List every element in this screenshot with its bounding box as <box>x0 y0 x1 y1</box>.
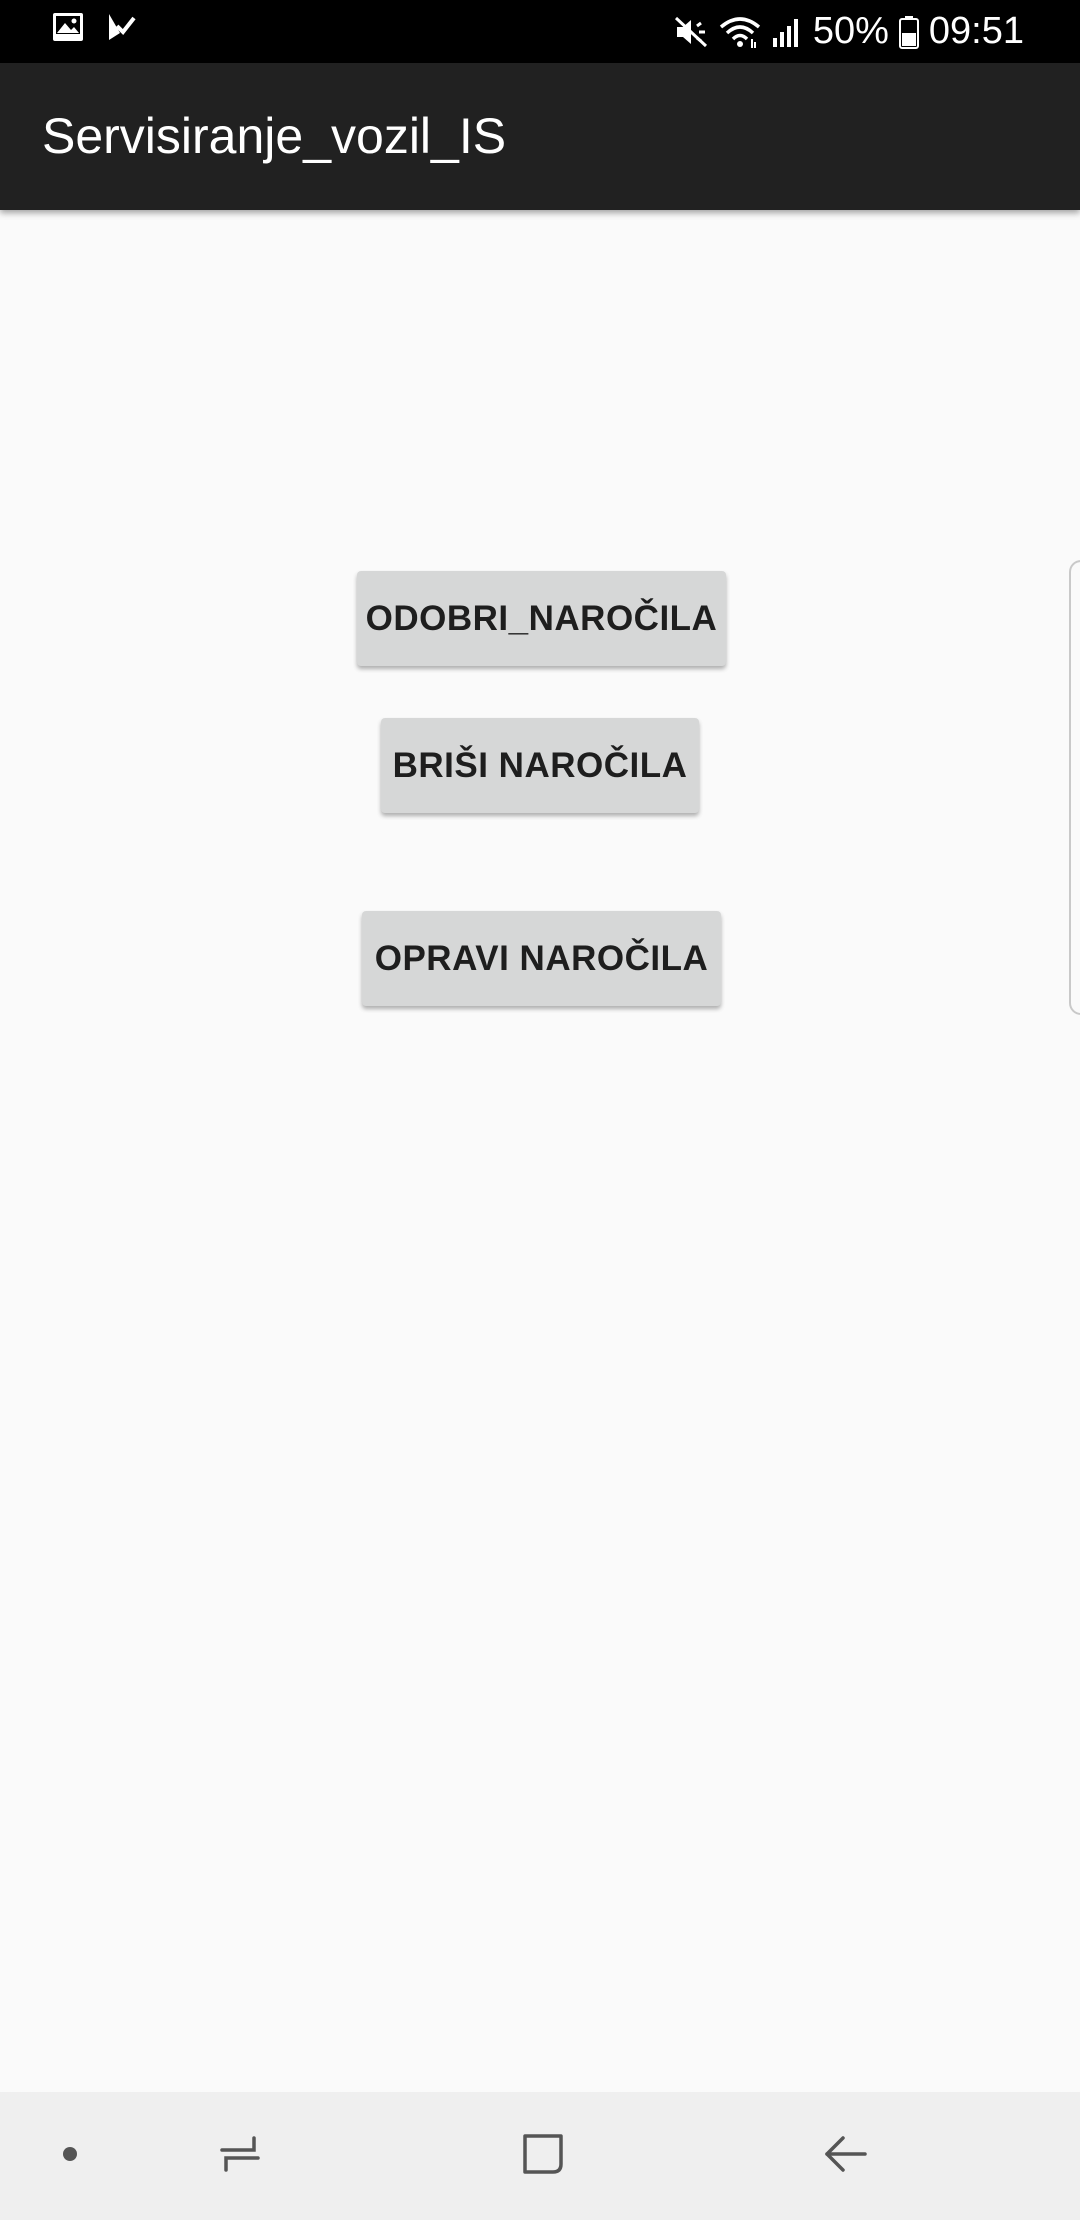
opravi-narocila-button[interactable]: OPRAVI NAROČILA <box>362 911 721 1006</box>
back-icon <box>821 2130 869 2183</box>
back-button[interactable] <box>805 2092 885 2220</box>
wifi-icon <box>719 15 761 49</box>
status-system-icons: 50% 09:51 <box>673 0 1024 63</box>
recent-apps-icon <box>216 2130 264 2183</box>
brisi-narocila-button[interactable]: BRIŠI NAROČILA <box>381 718 699 813</box>
app-bar: Servisiranje_vozil_IS <box>0 63 1080 210</box>
status-bar: 50% 09:51 <box>0 0 1080 63</box>
edge-panel-handle[interactable] <box>1069 560 1080 1015</box>
dot-icon <box>60 2144 80 2169</box>
navigation-bar <box>0 2092 1080 2220</box>
task-check-notification-icon <box>106 12 136 47</box>
home-button[interactable] <box>503 2092 583 2220</box>
battery-percent: 50% <box>812 10 889 52</box>
mute-vibrate-icon <box>673 15 709 49</box>
status-notifications <box>52 12 136 47</box>
image-notification-icon <box>52 12 84 47</box>
clock: 09:51 <box>928 10 1024 52</box>
recent-apps-button[interactable] <box>200 2092 280 2220</box>
home-icon <box>519 2130 567 2183</box>
signal-icon <box>771 16 803 48</box>
app-title: Servisiranje_vozil_IS <box>42 108 507 164</box>
odobri-narocila-button[interactable]: ODOBRI_NAROČILA <box>357 571 726 666</box>
battery-icon <box>898 15 919 49</box>
nav-dot-button[interactable] <box>30 2092 110 2220</box>
